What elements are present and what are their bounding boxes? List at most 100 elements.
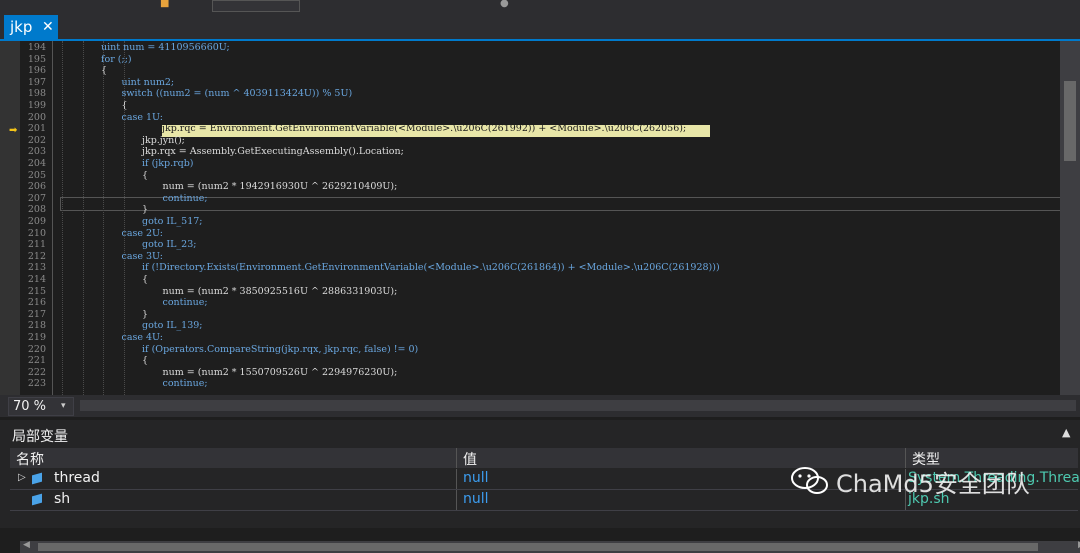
line-number: 196 [27,65,46,77]
header-name[interactable]: 名称 [10,448,457,468]
scroll-left-icon[interactable]: ◀ [23,540,30,550]
outlining-margin[interactable] [52,41,53,395]
horizontal-scrollbar[interactable] [80,400,1076,411]
code-line[interactable]: case 4U: [122,332,163,343]
line-number: 216 [27,297,46,309]
line-number: 204 [27,158,46,169]
close-icon[interactable]: ✕ [42,15,54,39]
code-line[interactable]: { [142,170,148,181]
line-number: 215 [27,285,46,297]
code-area[interactable]: uint num = 4110956660U; for (;;){uint num… [60,41,1080,395]
zoom-bar: 70 % ▾ [0,395,1080,417]
code-line[interactable]: case 1U: [122,112,163,123]
current-line-box [60,197,1080,211]
line-number: 198 [27,88,46,100]
toolbar-icon[interactable]: ● [500,0,509,9]
code-line[interactable]: { [142,274,148,285]
wechat-icon [791,467,828,494]
indent-guide [62,41,63,395]
line-number: 197 [27,76,46,88]
name-cell: sh [10,490,457,510]
toolbar-icon[interactable]: ■ [160,0,169,9]
scroll-thumb[interactable] [1064,81,1076,161]
code-line[interactable]: if (Operators.CompareString(jkp.rqx, jkp… [142,344,418,355]
line-number: 210 [27,227,46,239]
line-number: 217 [27,308,46,320]
indent-guide [103,41,104,395]
code-line[interactable]: case 2U: [122,228,163,239]
line-number: 218 [27,320,46,332]
code-line[interactable]: for (;;) [101,54,132,65]
line-numbers: 194 195 196 197 198 199 200 201 202 203 204 205 206 2… [20,41,46,395]
indicator-margin[interactable]: ➡ [0,41,20,395]
code-line[interactable]: num = (num2 * 1550709526U ^ 2294976230U)… [163,367,398,378]
line-number: 194 [27,42,46,53]
code-line[interactable]: goto IL_23; [142,239,196,250]
code-line[interactable]: jkp.rqx = Assembly.GetExecutingAssembly(… [142,146,404,157]
code-line[interactable]: if (jkp.rqb) [142,158,194,169]
line-number: 201 [27,123,46,135]
variable-value: null [463,470,489,486]
current-statement-arrow-icon: ➡ [9,125,18,136]
code-line[interactable]: goto IL_517; [142,216,203,227]
line-number: 203 [27,146,46,158]
code-line[interactable]: if (!Directory.Exists(Environment.GetEnv… [142,262,720,273]
code-line[interactable]: goto IL_139; [142,320,203,331]
line-number: 195 [27,53,46,65]
chevron-down-icon[interactable]: ▾ [61,398,66,415]
code-line[interactable]: uint num = 4110956660U; [101,42,230,53]
code-line[interactable]: } [142,309,148,320]
line-number: 208 [27,204,46,216]
variable-name: thread [54,470,100,486]
tab-strip: jkp ✕ [0,12,1080,41]
indent-guide [82,41,84,395]
code-line[interactable]: uint num2; [122,77,175,88]
tab-jkp[interactable]: jkp ✕ [4,15,58,39]
code-line[interactable]: num = (num2 * 3850925516U ^ 2886331903U)… [163,286,398,297]
code-line[interactable]: } [142,204,148,215]
variable-name: sh [54,491,71,507]
code-line[interactable]: { [142,355,148,366]
header-name-label: 名称 [16,452,44,468]
watermark-text: ChaMd5安全团队 [836,470,1030,498]
code-line[interactable]: { [122,100,128,111]
watermark: ChaMd5安全团队 [790,462,1080,502]
line-number: 219 [27,332,46,343]
line-number: 223 [27,378,46,390]
scroll-thumb[interactable] [38,543,1038,551]
code-editor[interactable]: ➡ 194 195 196 197 198 199 200 201 202 203 204 205 20… [0,41,1080,395]
expand-icon[interactable]: ▷ [18,472,26,483]
line-number: 209 [27,216,46,227]
line-number: 212 [27,250,46,262]
code-line[interactable]: switch ((num2 = (num ^ 4039113424U)) % 5… [122,88,353,99]
line-number: 221 [27,355,46,367]
code-line[interactable]: jkp.rqc = Environment.GetEnvironmentVari… [162,123,686,134]
line-number: 206 [27,181,46,193]
collapse-icon[interactable]: ▲ [1062,426,1070,439]
line-number: 220 [27,343,46,355]
line-number: 205 [27,169,46,181]
locals-title: 局部变量 [12,429,68,445]
line-number: 214 [27,274,46,285]
vertical-scrollbar[interactable] [1060,41,1080,395]
code-line[interactable]: continue; [163,193,208,204]
code-line[interactable]: { [101,65,107,76]
code-line[interactable]: jkp.jyn(); [142,135,185,146]
code-line[interactable]: continue; [163,378,208,389]
zoom-value: 70 % [13,399,47,414]
line-number: 222 [27,366,46,378]
zoom-dropdown[interactable]: 70 % ▾ [8,397,74,416]
line-number: 199 [27,100,46,111]
name-cell: ▷ thread [10,469,457,489]
line-number: 207 [27,192,46,204]
line-number: 213 [27,262,46,274]
code-line[interactable]: num = (num2 * 1942916930U ^ 2629210409U)… [163,181,398,192]
line-number: 211 [27,239,46,251]
code-line[interactable]: continue; [163,297,208,308]
locals-horizontal-scrollbar[interactable]: ◀ ▶ [20,540,1080,553]
line-number: 200 [27,111,46,123]
toolbar-combo[interactable] [212,0,300,12]
code-line[interactable]: case 3U: [122,251,163,262]
header-value-label: 值 [463,452,477,468]
line-number: 202 [27,134,46,146]
